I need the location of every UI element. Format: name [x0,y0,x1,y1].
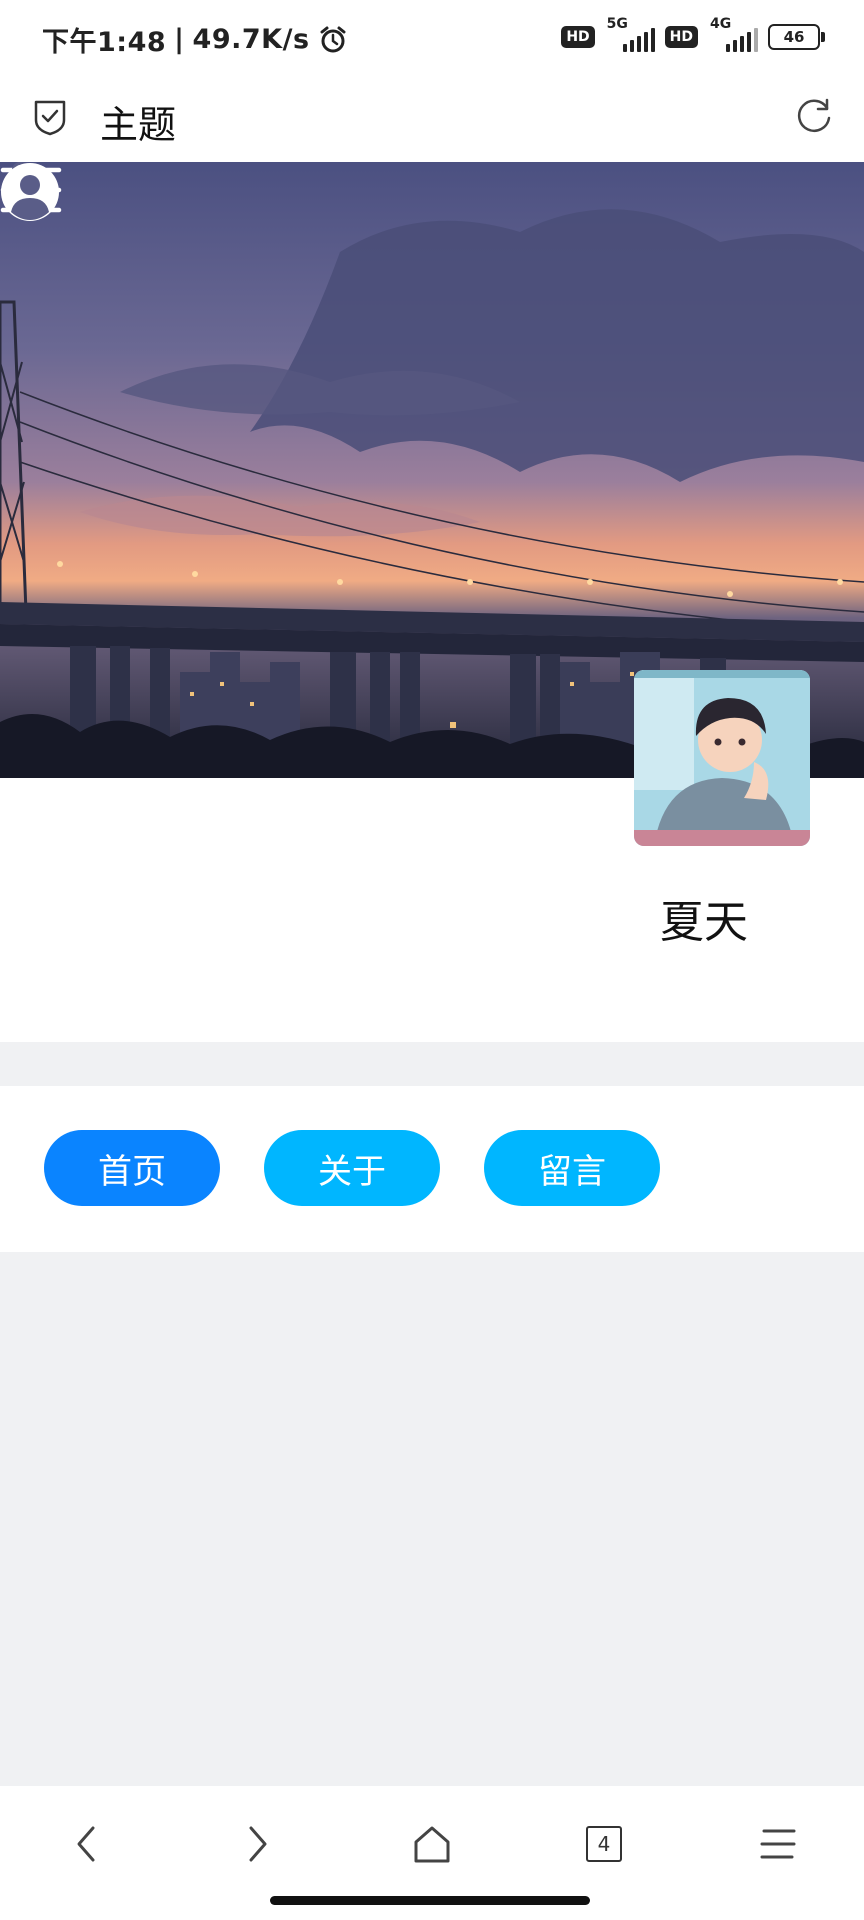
status-time: 下午1:48 [42,27,167,58]
home-button[interactable] [402,1814,462,1874]
tabs-count-icon: 4 [586,1826,622,1862]
hd-badge-1: HD [561,26,595,48]
tabs-count: 4 [597,1832,611,1856]
nav-message-button[interactable]: 留言 [484,1130,660,1206]
chevron-right-icon [249,1826,267,1862]
status-separator: | [174,24,185,55]
profile-name-text: 夏天 [660,897,748,948]
tabs-button[interactable]: 4 [574,1814,634,1874]
avatar[interactable] [634,670,810,846]
chevron-left-icon [77,1826,95,1862]
gesture-home-indicator[interactable] [270,1896,590,1905]
status-bar: 下午1:48 | 49.7K/s HD 5G HD 4G 46 [0,0,864,78]
profile-name: 夏天 [0,886,864,950]
title-bar: 主题 [0,78,864,162]
refresh-icon[interactable] [794,96,834,136]
menu-button[interactable] [748,1814,808,1874]
battery-level: 46 [783,28,805,46]
hd-badge-2: HD [664,26,698,48]
signal-5g-icon: 5G [605,16,655,52]
status-left: 下午1:48 | 49.7K/s [42,20,348,59]
signal-4g-icon: 4G [708,16,758,52]
network-speed: 49.7K/s [192,24,310,55]
battery-icon: 46 [768,24,825,50]
menu-icon [760,1829,796,1859]
status-right: HD 5G HD 4G 46 [561,16,825,52]
user-account-icon[interactable] [0,162,60,222]
nav-about-button[interactable]: 关于 [264,1130,440,1206]
back-button[interactable] [56,1814,116,1874]
shield-check-icon[interactable] [33,98,67,136]
nav-home-button[interactable]: 首页 [44,1130,220,1206]
page-title: 主题 [100,103,177,147]
home-icon [414,1826,450,1863]
avatar-illustration [634,670,810,846]
forward-button[interactable] [228,1814,288,1874]
nav-section: 首页 关于 留言 [0,1086,864,1252]
alarm-icon [320,26,346,52]
